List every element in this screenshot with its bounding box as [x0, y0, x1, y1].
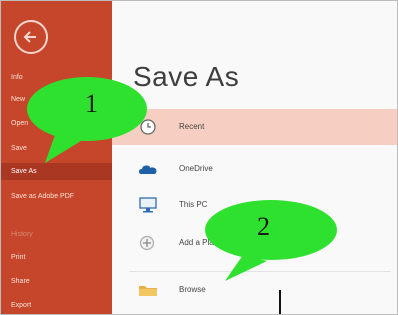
sidebar-item-share[interactable]: Share — [11, 277, 30, 286]
back-button[interactable] — [14, 20, 48, 54]
location-label: Recent — [179, 122, 205, 131]
location-recent[interactable]: Recent — [112, 109, 397, 145]
sidebar-item-save-as[interactable]: Save As — [1, 163, 112, 180]
callout-number-2: 2 — [257, 212, 270, 241]
add-place-icon — [139, 235, 155, 251]
computer-icon — [139, 197, 157, 213]
sidebar-item-save-as-adobe-pdf[interactable]: Save as Adobe PDF — [11, 192, 91, 201]
text-cursor — [279, 290, 281, 314]
location-onedrive[interactable]: OneDrive — [112, 151, 397, 187]
back-arrow-icon — [23, 31, 36, 43]
location-label: Browse — [179, 285, 206, 294]
callout-bubble-2 — [205, 200, 337, 281]
sidebar-item-print[interactable]: Print — [11, 253, 25, 262]
sidebar-item-export[interactable]: Export — [11, 301, 31, 310]
backstage-window: Info New Open Save Save As Save as Adobe… — [0, 0, 398, 315]
folder-icon — [139, 286, 157, 296]
location-label: OneDrive — [179, 164, 213, 173]
callout-number-1: 1 — [85, 89, 98, 118]
sidebar-item-history[interactable]: History — [11, 230, 33, 239]
sidebar-item-info[interactable]: Info — [11, 73, 23, 82]
callout-bubble-1 — [27, 77, 147, 163]
